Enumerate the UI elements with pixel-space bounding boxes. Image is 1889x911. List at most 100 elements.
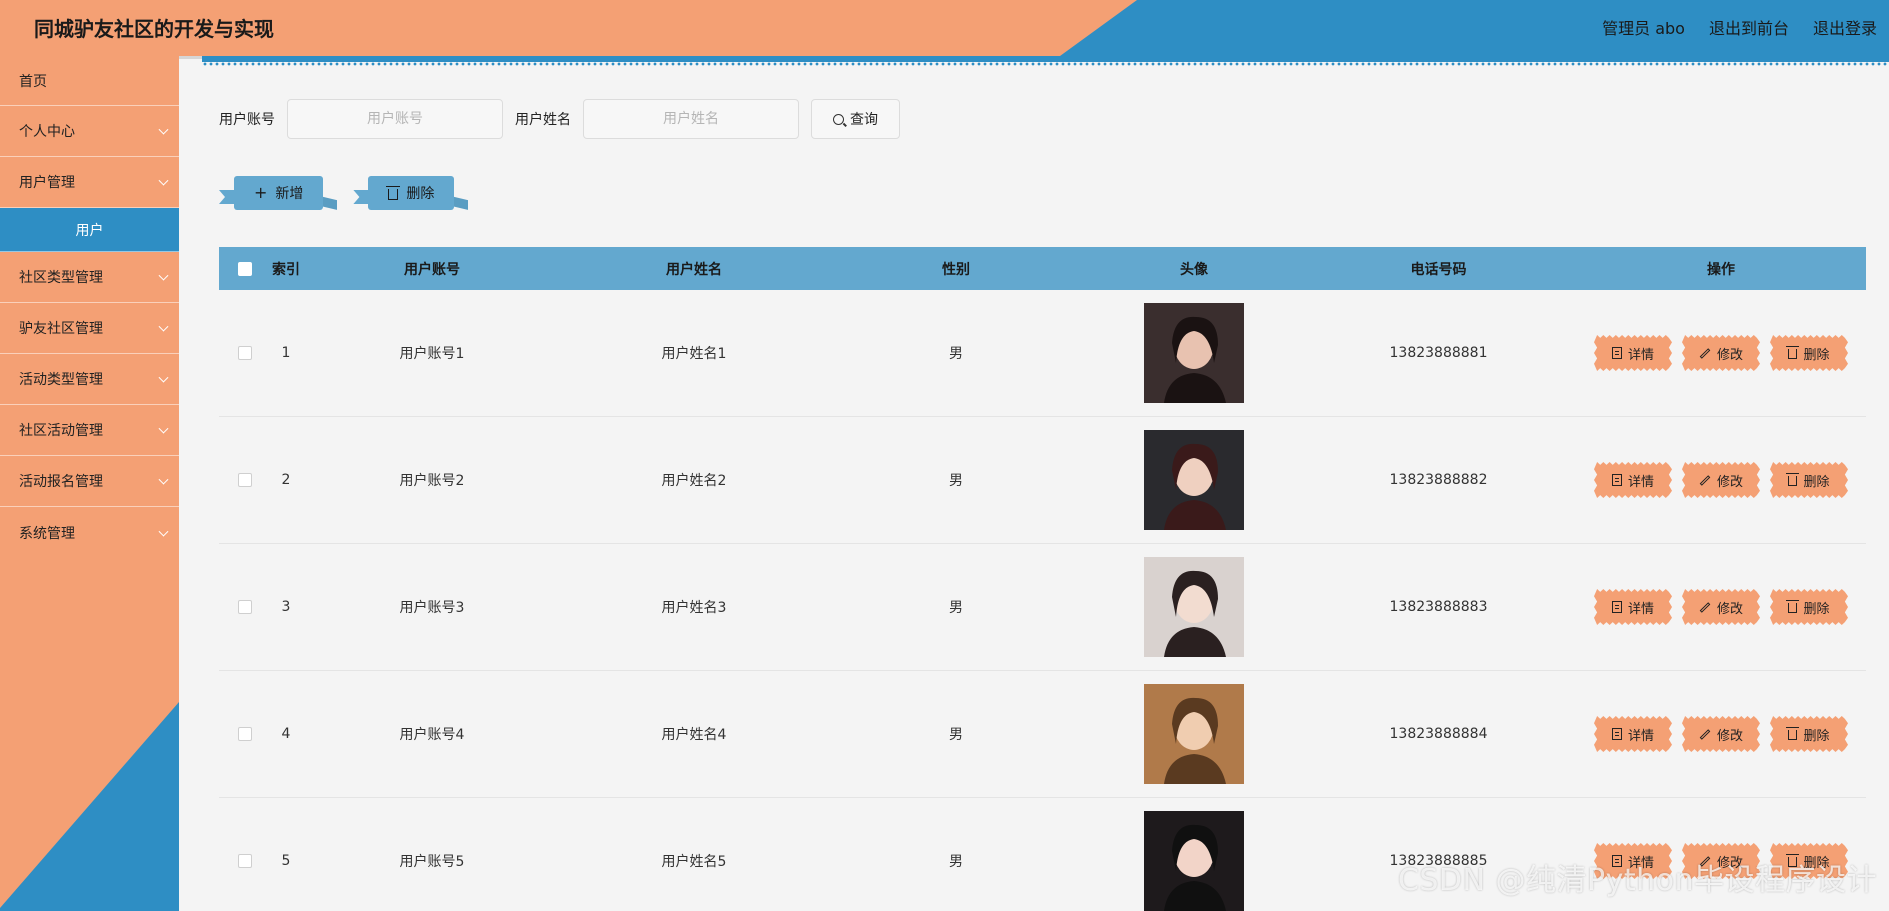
- row-checkbox[interactable]: [238, 727, 252, 741]
- search-bar: 用户账号 用户姓名 查询: [219, 99, 900, 139]
- select-all-checkbox[interactable]: [238, 261, 252, 276]
- cell-phone: 13823888883: [1389, 599, 1488, 615]
- cell-sex: 男: [949, 346, 963, 362]
- row-checkbox[interactable]: [238, 346, 252, 360]
- sidebar-item-label: 用户管理: [19, 175, 75, 191]
- detail-button[interactable]: 详情: [1594, 589, 1672, 625]
- trash-icon: [1786, 727, 1800, 740]
- sidebar: 首页 个人中心 用户管理 用户 社区类型管理 驴友社区管理 活动类型管理 社区活…: [0, 56, 179, 911]
- trash-icon: [1786, 346, 1800, 359]
- delete-button[interactable]: 删除: [1770, 716, 1848, 752]
- edit-label: 修改: [1716, 601, 1743, 617]
- header-avatar: 头像: [1180, 261, 1208, 278]
- name-search-input[interactable]: [583, 99, 799, 139]
- sidebar-item-system[interactable]: 系统管理: [0, 507, 179, 558]
- account-search-input[interactable]: [287, 99, 503, 139]
- table-row: 4 用户账号4 用户姓名4 男 13823888884 详情 修改 删除: [219, 671, 1866, 798]
- plus-icon: +: [254, 183, 268, 202]
- header-index: 索引: [272, 261, 300, 278]
- logout-link[interactable]: 退出登录: [1813, 15, 1877, 39]
- cell-account: 用户账号5: [399, 854, 465, 870]
- edit-label: 修改: [1716, 474, 1743, 490]
- chevron-down-icon: [158, 423, 169, 434]
- edit-button[interactable]: 修改: [1682, 335, 1760, 371]
- chevron-down-icon: [158, 124, 169, 135]
- edit-button[interactable]: 修改: [1682, 462, 1760, 498]
- delete-button[interactable]: 删除: [1770, 335, 1848, 371]
- add-button[interactable]: + 新增: [234, 176, 324, 210]
- query-button[interactable]: 查询: [811, 99, 900, 139]
- delete-label: 删除: [1803, 474, 1830, 490]
- watermark: CSDN @纯清Python毕设程序设计: [1397, 863, 1877, 898]
- name-label: 用户姓名: [515, 112, 571, 128]
- delete-button[interactable]: 删除: [1770, 462, 1848, 498]
- sidebar-item-activity-type[interactable]: 活动类型管理: [0, 354, 179, 405]
- sidebar-item-home[interactable]: 首页: [0, 56, 179, 106]
- avatar: [1144, 684, 1244, 784]
- detail-button[interactable]: 详情: [1594, 462, 1672, 498]
- sidebar-item-label: 社区活动管理: [19, 423, 103, 439]
- chevron-down-icon: [158, 175, 169, 186]
- cell-sex: 男: [949, 473, 963, 489]
- header-name: 用户姓名: [666, 261, 722, 278]
- detail-label: 详情: [1627, 474, 1654, 490]
- sidebar-item-community-activity[interactable]: 社区活动管理: [0, 405, 179, 456]
- cell-sex: 男: [949, 854, 963, 870]
- cell-phone: 13823888882: [1389, 472, 1488, 488]
- detail-button[interactable]: 详情: [1594, 716, 1672, 752]
- cell-name: 用户姓名5: [661, 854, 727, 870]
- cell-index: 4: [281, 726, 291, 742]
- cell-account: 用户账号4: [399, 727, 465, 743]
- edit-button[interactable]: 修改: [1682, 716, 1760, 752]
- pencil-icon: [1699, 347, 1711, 359]
- delete-button-label: 删除: [406, 186, 435, 202]
- document-icon: [1611, 601, 1622, 613]
- cell-index: 5: [281, 853, 291, 869]
- pencil-icon: [1699, 728, 1711, 740]
- action-buttons: + 新增 删除: [219, 176, 469, 210]
- cell-name: 用户姓名3: [661, 600, 727, 616]
- chevron-down-icon: [158, 372, 169, 383]
- sidebar-item-label: 活动类型管理: [19, 372, 103, 388]
- cell-name: 用户姓名2: [661, 473, 727, 489]
- to-front-link[interactable]: 退出到前台: [1709, 15, 1789, 39]
- sidebar-item-activity-signup[interactable]: 活动报名管理: [0, 456, 179, 507]
- delete-label: 删除: [1803, 728, 1830, 744]
- edit-button[interactable]: 修改: [1682, 589, 1760, 625]
- sidebar-item-user-management[interactable]: 用户管理: [0, 157, 179, 208]
- avatar: [1144, 430, 1244, 530]
- row-checkbox[interactable]: [238, 473, 252, 487]
- chevron-down-icon: [158, 474, 169, 485]
- trash-icon: [1786, 473, 1800, 486]
- document-icon: [1611, 728, 1622, 740]
- delete-label: 删除: [1803, 601, 1830, 617]
- search-icon: [833, 113, 844, 125]
- trash-icon: [1786, 600, 1800, 613]
- sidebar-subitem-user[interactable]: 用户: [0, 208, 179, 252]
- sidebar-item-label: 活动报名管理: [19, 474, 103, 490]
- cell-index: 3: [281, 599, 291, 615]
- cell-phone: 13823888881: [1389, 345, 1488, 361]
- sidebar-item-personal-center[interactable]: 个人中心: [0, 106, 179, 157]
- cell-index: 1: [281, 345, 291, 361]
- top-header: 同城驴友社区的开发与实现 管理员 abo 退出到前台 退出登录: [0, 0, 1889, 56]
- detail-button[interactable]: 详情: [1594, 335, 1672, 371]
- sidebar-item-community-type[interactable]: 社区类型管理: [0, 252, 179, 303]
- pencil-icon: [1699, 474, 1711, 486]
- delete-button-wrap: 删除: [353, 176, 469, 210]
- user-table: 索引 用户账号 用户姓名 性别 头像 电话号码 操作 1 用户账号1 用户姓名1…: [219, 247, 1866, 911]
- header-sex: 性别: [942, 261, 970, 278]
- delete-button[interactable]: 删除: [1770, 589, 1848, 625]
- batch-delete-button[interactable]: 删除: [368, 176, 455, 210]
- pencil-icon: [1699, 601, 1711, 613]
- sidebar-item-traveler-community[interactable]: 驴友社区管理: [0, 303, 179, 354]
- cell-account: 用户账号2: [399, 473, 465, 489]
- content-top-dots: [202, 62, 1889, 66]
- chevron-down-icon: [158, 526, 169, 537]
- row-checkbox[interactable]: [238, 854, 252, 868]
- cell-name: 用户姓名4: [661, 727, 727, 743]
- cell-account: 用户账号3: [399, 600, 465, 616]
- cell-sex: 男: [949, 727, 963, 743]
- add-button-label: 新增: [275, 186, 304, 202]
- row-checkbox[interactable]: [238, 600, 252, 614]
